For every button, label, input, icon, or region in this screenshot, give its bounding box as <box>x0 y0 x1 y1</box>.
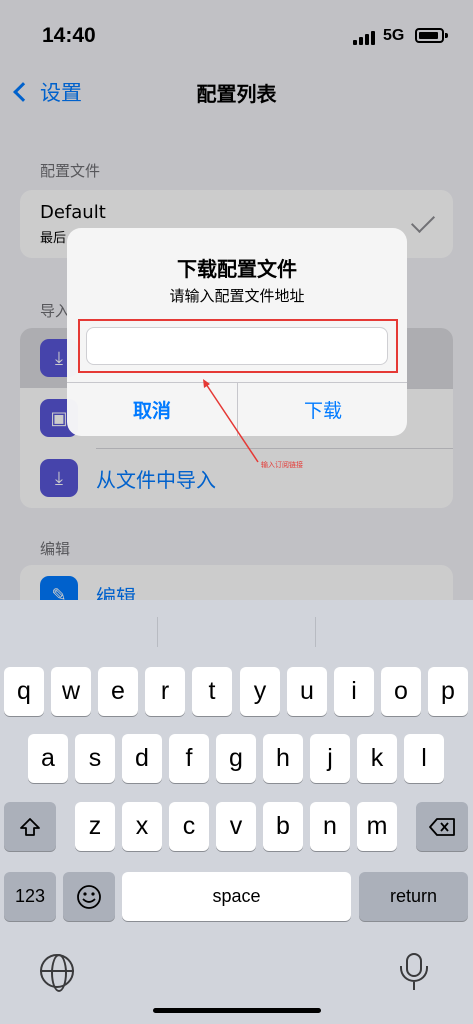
globe-icon[interactable] <box>40 954 74 992</box>
microphone-icon-stem <box>413 982 415 990</box>
key-k[interactable]: k <box>357 734 397 783</box>
key-y[interactable]: y <box>240 667 280 716</box>
shift-icon <box>20 817 40 836</box>
delete-key[interactable] <box>416 802 468 851</box>
key-h[interactable]: h <box>263 734 303 783</box>
key-c[interactable]: c <box>169 802 209 851</box>
shift-key[interactable] <box>4 802 56 851</box>
key-i[interactable]: i <box>334 667 374 716</box>
key-x[interactable]: x <box>122 802 162 851</box>
key-j[interactable]: j <box>310 734 350 783</box>
key-s[interactable]: s <box>75 734 115 783</box>
suggestion-divider <box>157 617 158 647</box>
key-g[interactable]: g <box>216 734 256 783</box>
key-z[interactable]: z <box>75 802 115 851</box>
numbers-key[interactable]: 123 <box>4 872 56 921</box>
return-key[interactable]: return <box>359 872 468 921</box>
key-u[interactable]: u <box>287 667 327 716</box>
key-f[interactable]: f <box>169 734 209 783</box>
key-n[interactable]: n <box>310 802 350 851</box>
delete-icon <box>429 817 455 836</box>
space-key[interactable]: space <box>122 872 351 921</box>
key-l[interactable]: l <box>404 734 444 783</box>
key-o[interactable]: o <box>381 667 421 716</box>
emoji-key[interactable] <box>63 872 115 921</box>
key-v[interactable]: v <box>216 802 256 851</box>
key-m[interactable]: m <box>357 802 397 851</box>
key-r[interactable]: r <box>145 667 185 716</box>
key-a[interactable]: a <box>28 734 68 783</box>
emoji-icon <box>77 884 101 909</box>
home-indicator <box>153 1008 321 1013</box>
key-b[interactable]: b <box>263 802 303 851</box>
key-p[interactable]: p <box>428 667 468 716</box>
key-e[interactable]: e <box>98 667 138 716</box>
key-q[interactable]: q <box>4 667 44 716</box>
key-d[interactable]: d <box>122 734 162 783</box>
annotation-label: 输入订阅链接 <box>261 461 303 469</box>
key-t[interactable]: t <box>192 667 232 716</box>
key-w[interactable]: w <box>51 667 91 716</box>
annotation-arrow <box>203 379 259 463</box>
suggestion-divider <box>315 617 316 647</box>
